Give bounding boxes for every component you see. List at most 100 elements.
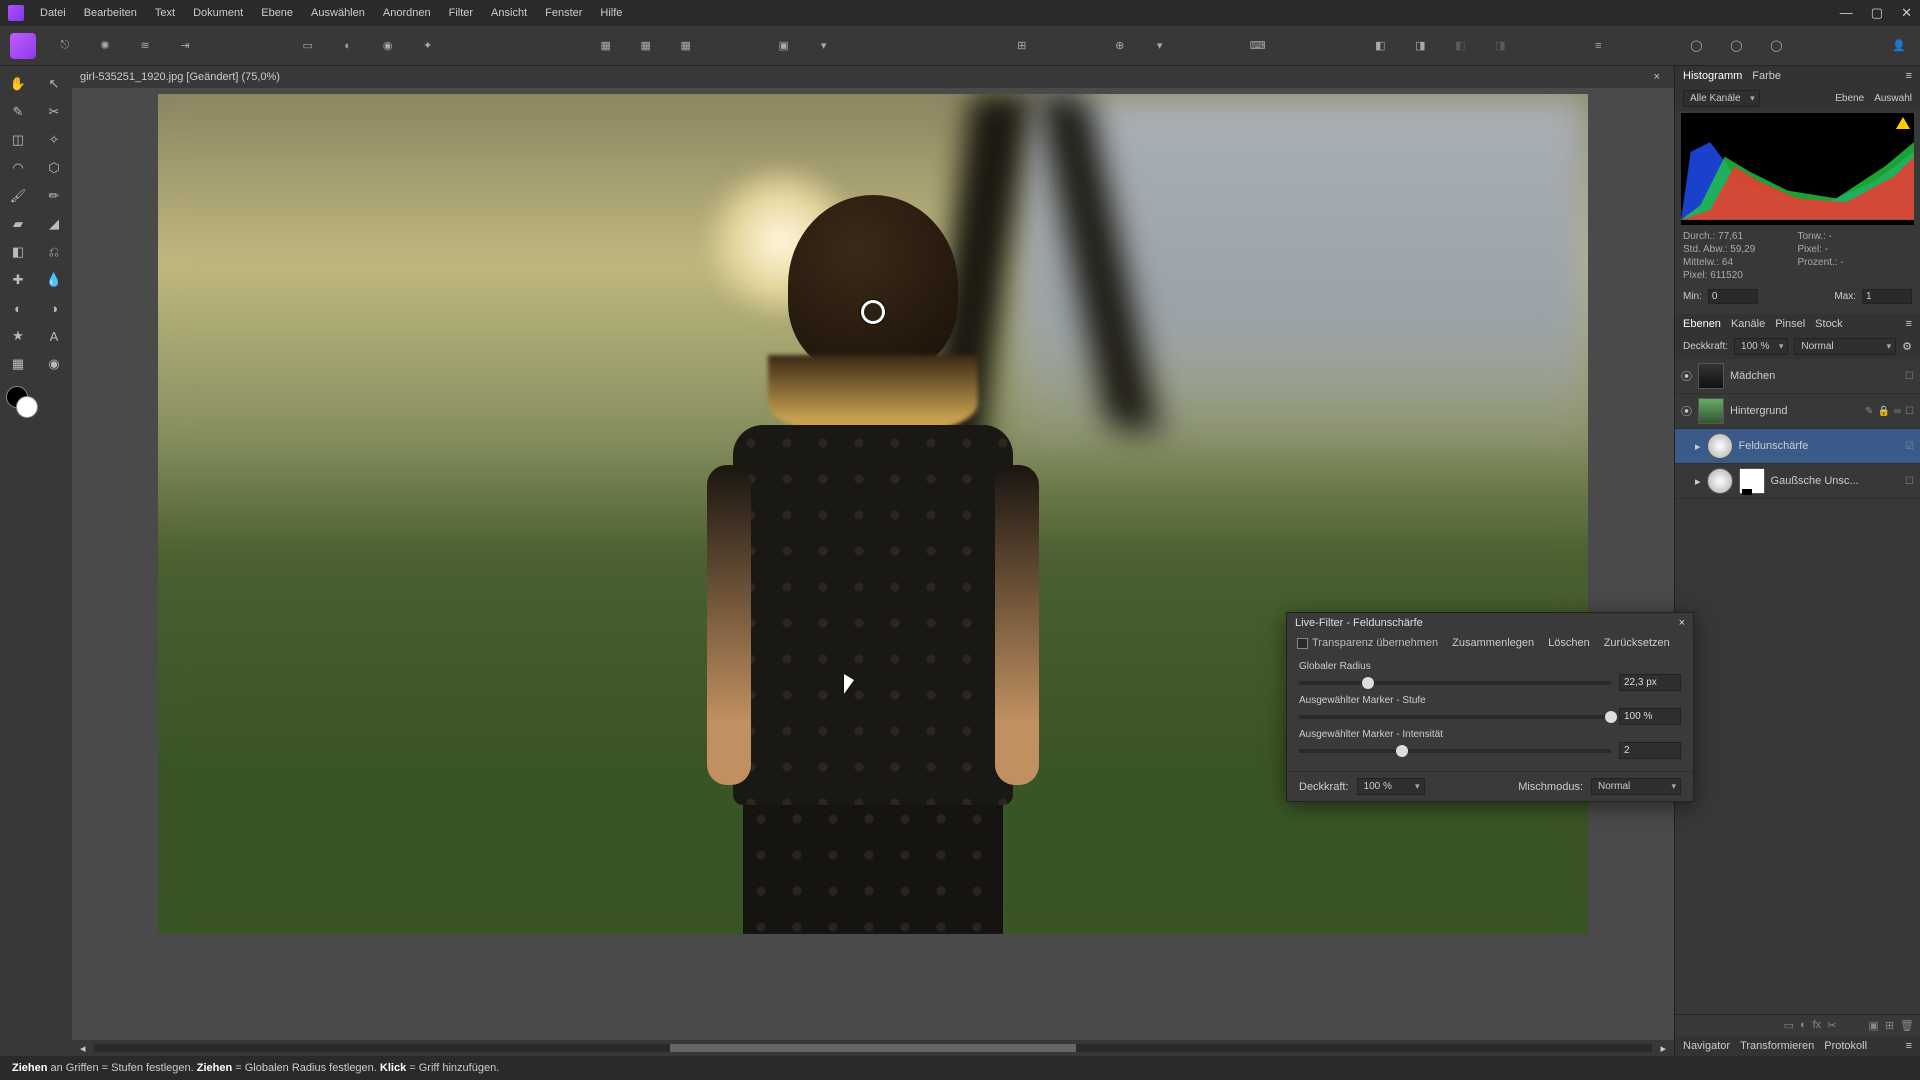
toolbar-chat-icon[interactable]: ⌨	[1247, 35, 1269, 57]
persona-tonemap-icon[interactable]: ≋	[134, 35, 156, 57]
tool-eraser-icon[interactable]: ◧	[0, 238, 36, 266]
tool-brush-icon[interactable]: 🖌	[0, 182, 36, 210]
action-group-icon[interactable]: ▣	[1868, 1019, 1878, 1032]
account-icon[interactable]: 👤	[1888, 35, 1910, 57]
tool-select-icon[interactable]: ◫	[0, 126, 36, 154]
toolbar-quickmask-icon[interactable]: ▭	[297, 35, 319, 57]
tool-shape-icon[interactable]: ★	[0, 322, 36, 350]
tool-mesh-icon[interactable]: ▦	[0, 350, 36, 378]
menu-ansicht[interactable]: Ansicht	[491, 7, 527, 19]
toolbar-cloud2-icon[interactable]: ◯	[1725, 35, 1747, 57]
tool-sponge-icon[interactable]: ◑	[36, 294, 72, 322]
layer-checkbox-icon[interactable]: ☐	[1905, 406, 1914, 417]
layer-expand-icon[interactable]: ▸	[1695, 475, 1701, 488]
menu-dokument[interactable]: Dokument	[193, 7, 243, 19]
tool-view-icon[interactable]: ✎	[0, 98, 36, 126]
layer-checkbox-icon[interactable]: ☐	[1905, 476, 1914, 487]
dialog-opacity-dropdown[interactable]: 100 %	[1357, 778, 1425, 795]
delete-button[interactable]: Löschen	[1548, 637, 1590, 649]
histogram-selection-button[interactable]: Auswahl	[1874, 93, 1912, 104]
tool-crop-icon[interactable]: ✂	[36, 98, 72, 126]
live-filter-dialog[interactable]: Live-Filter - Feldunschärfe × Transparen…	[1286, 612, 1694, 802]
layer-link-icon[interactable]: ∞	[1894, 406, 1901, 417]
tab-histogram[interactable]: Histogramm	[1683, 70, 1742, 82]
menu-text[interactable]: Text	[155, 7, 175, 19]
tab-brushes[interactable]: Pinsel	[1775, 318, 1805, 330]
toolbar-align-icon[interactable]: ≡	[1587, 35, 1609, 57]
document-close-icon[interactable]: ×	[1654, 71, 1660, 83]
menu-fenster[interactable]: Fenster	[545, 7, 582, 19]
menu-filter[interactable]: Filter	[449, 7, 473, 19]
persona-liquify-icon[interactable]: ⎋	[54, 35, 76, 57]
param-radius-slider[interactable]	[1299, 681, 1611, 685]
tab-color[interactable]: Farbe	[1752, 70, 1781, 82]
nav-panel-menu-icon[interactable]: ≡	[1906, 1040, 1912, 1052]
toolbar-grid1-icon[interactable]: ▦	[595, 35, 617, 57]
dialog-close-icon[interactable]: ×	[1679, 617, 1685, 629]
action-delete-icon[interactable]: 🗑	[1900, 1019, 1914, 1032]
persona-develop-icon[interactable]: ✺	[94, 35, 116, 57]
tool-hand-icon[interactable]: ✋	[0, 70, 36, 98]
param-radius-value[interactable]: 22,3 px	[1619, 674, 1681, 691]
menu-anordnen[interactable]: Anordnen	[383, 7, 431, 19]
tab-channels[interactable]: Kanäle	[1731, 318, 1765, 330]
menu-hilfe[interactable]: Hilfe	[600, 7, 622, 19]
toolbar-snap-icon[interactable]: ▣	[773, 35, 795, 57]
layer-row-gauss[interactable]: ▸ Gaußsche Unsc... ☐	[1675, 464, 1920, 499]
toolbar-arrange2-icon[interactable]: ◨	[1409, 35, 1431, 57]
scrollbar-thumb[interactable]	[670, 1044, 1075, 1052]
layer-options-icon[interactable]: ⚙	[1902, 340, 1912, 353]
toolbar-refine-icon[interactable]: ◐	[337, 35, 359, 57]
tool-clone-icon[interactable]: ⎌	[36, 238, 72, 266]
menu-datei[interactable]: Datei	[40, 7, 66, 19]
scroll-left-icon[interactable]: ◂	[80, 1042, 86, 1055]
tool-picker-icon[interactable]: ◉	[36, 350, 72, 378]
toolbar-snap-dropdown-icon[interactable]: ▾	[813, 35, 835, 57]
toolbar-color-icon[interactable]: ◉	[377, 35, 399, 57]
persona-export-icon[interactable]: ⇥	[174, 35, 196, 57]
tool-fill-icon[interactable]: ▰	[0, 210, 36, 238]
action-new-icon[interactable]: ⊞	[1885, 1019, 1894, 1032]
tool-blur-icon[interactable]: 💧	[36, 266, 72, 294]
opacity-dropdown[interactable]: 100 %	[1734, 338, 1788, 355]
layer-checkbox-icon[interactable]: ☐	[1905, 371, 1914, 382]
toolbar-arrange4-icon[interactable]: ◨	[1489, 35, 1511, 57]
layer-expand-icon[interactable]: ▸	[1695, 440, 1701, 453]
layers-panel-menu-icon[interactable]: ≡	[1906, 318, 1912, 330]
menu-bearbeiten[interactable]: Bearbeiten	[84, 7, 137, 19]
tool-move-icon[interactable]: ↖	[36, 70, 72, 98]
persona-photo-icon[interactable]	[10, 33, 36, 59]
blendmode-dropdown[interactable]: Normal	[1794, 338, 1896, 355]
channel-dropdown[interactable]: Alle Kanäle	[1683, 90, 1760, 107]
tab-layers[interactable]: Ebenen	[1683, 318, 1721, 330]
window-minimize-icon[interactable]: —	[1840, 5, 1853, 21]
background-color-icon[interactable]	[16, 396, 38, 418]
param-stufe-slider[interactable]	[1299, 715, 1611, 719]
param-stufe-value[interactable]: 100 %	[1619, 708, 1681, 725]
tool-heal-icon[interactable]: ✚	[0, 266, 36, 294]
reset-button[interactable]: Zurücksetzen	[1604, 637, 1670, 649]
tool-pencil-icon[interactable]: ✏	[36, 182, 72, 210]
tab-transform[interactable]: Transformieren	[1740, 1040, 1814, 1052]
layer-visibility-icon[interactable]: ⦿	[1681, 368, 1692, 384]
toolbar-assist2b-icon[interactable]: ▾	[1149, 35, 1171, 57]
tab-stock[interactable]: Stock	[1815, 318, 1843, 330]
horizontal-scrollbar[interactable]: ◂ ▸	[72, 1040, 1674, 1056]
toolbar-arrange1-icon[interactable]: ◧	[1369, 35, 1391, 57]
tool-lasso-icon[interactable]: ◠	[0, 154, 36, 182]
toolbar-adjust-icon[interactable]: ✦	[417, 35, 439, 57]
histogram-layer-button[interactable]: Ebene	[1835, 93, 1864, 104]
layer-edit-icon[interactable]: ✎	[1865, 406, 1873, 417]
toolbar-cloud3-icon[interactable]: ◯	[1765, 35, 1787, 57]
menu-ebene[interactable]: Ebene	[261, 7, 293, 19]
layer-row-maedchen[interactable]: ⦿ Mädchen ☐	[1675, 359, 1920, 394]
tool-gradient-icon[interactable]: ◢	[36, 210, 72, 238]
scroll-right-icon[interactable]: ▸	[1660, 1042, 1666, 1055]
layer-visibility-icon[interactable]: ⦿	[1681, 403, 1692, 419]
toolbar-assist2-icon[interactable]: ⊕	[1109, 35, 1131, 57]
tool-brush-sel-icon[interactable]: ⬡	[36, 154, 72, 182]
merge-button[interactable]: Zusammenlegen	[1452, 637, 1534, 649]
action-adjust-icon[interactable]: ◐	[1800, 1019, 1807, 1032]
transparency-checkbox[interactable]: Transparenz übernehmen	[1297, 637, 1438, 649]
window-maximize-icon[interactable]: ▢	[1871, 5, 1883, 21]
